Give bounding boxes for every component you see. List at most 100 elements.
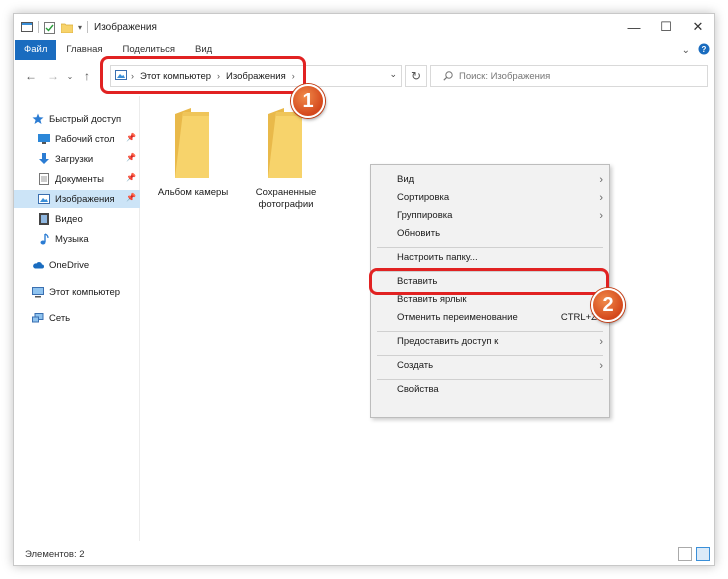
window-title: Изображения (94, 21, 157, 33)
sidebar-item-label: OneDrive (49, 259, 90, 271)
menu-item-view[interactable]: Вид › (371, 171, 609, 189)
properties-icon[interactable] (44, 22, 56, 34)
pin-icon[interactable]: 📌 (126, 193, 136, 202)
close-button[interactable]: ✕ (682, 14, 714, 40)
toolbar-separator (87, 21, 89, 33)
search-icon (443, 71, 453, 81)
folder-label: Сохраненные фотографии (255, 187, 317, 210)
sidebar-item-label: Загрузки (55, 153, 94, 165)
toolbar-separator (38, 21, 39, 33)
sidebar-item-desktop[interactable]: Рабочий стол 📌 (14, 130, 140, 148)
sidebar-item-network[interactable]: Сеть (14, 309, 140, 327)
menu-item-new[interactable]: Создать › (371, 357, 609, 375)
sidebar-item-label: Музыка (55, 233, 89, 245)
chevron-right-icon: › (599, 336, 603, 348)
network-icon (32, 312, 44, 324)
help-icon[interactable]: ? (698, 43, 710, 58)
status-bar: Элементов: 2 (14, 543, 714, 565)
folder-icon (175, 108, 209, 178)
star-icon (32, 113, 44, 125)
forward-arrow-icon[interactable]: → (46, 69, 60, 83)
window-icon (21, 22, 33, 32)
menu-item-label: Предоставить доступ к (397, 336, 499, 347)
folder-item[interactable]: Сохраненные фотографии (246, 106, 326, 211)
sidebar-item-label: Сеть (49, 312, 71, 324)
menu-item-give-access[interactable]: Предоставить доступ к › (371, 333, 609, 351)
pictures-icon (38, 193, 50, 205)
sidebar-item-label: Изображения (55, 193, 115, 205)
menu-item-label: Вставить ярлык (397, 294, 467, 305)
menu-item-properties[interactable]: Свойства (371, 381, 609, 399)
music-icon (38, 233, 50, 245)
svg-text:?: ? (702, 45, 707, 54)
sidebar-item-documents[interactable]: Документы 📌 (14, 170, 140, 188)
pin-icon[interactable]: 📌 (126, 153, 136, 162)
chevron-right-icon: › (599, 192, 603, 204)
sidebar-item-this-pc[interactable]: Этот компьютер (14, 283, 140, 301)
new-folder-icon[interactable] (60, 22, 74, 34)
menu-item-label: Сортировка (397, 192, 450, 203)
sidebar-item-downloads[interactable]: Загрузки 📌 (14, 150, 140, 168)
menu-separator (377, 379, 603, 380)
folder-label: Альбом камеры (157, 187, 229, 198)
window-controls: — ☐ ✕ (618, 14, 714, 40)
menu-item-group[interactable]: Группировка › (371, 207, 609, 225)
title-bar: ▾ Изображения — ☐ ✕ (14, 14, 714, 40)
menu-item-label: Группировка (397, 210, 453, 221)
sidebar-item-label: Этот компьютер (49, 286, 121, 298)
view-switcher (678, 547, 710, 561)
paste-highlight-frame (369, 268, 609, 295)
sidebar-item-label: Рабочий стол (55, 133, 115, 145)
large-icons-view-icon[interactable] (696, 547, 710, 561)
desktop-icon (38, 133, 50, 145)
search-input[interactable]: Поиск: Изображения (430, 65, 708, 87)
menu-item-label: Обновить (397, 228, 441, 239)
sidebar-item-label: Документы (55, 173, 104, 185)
back-arrow-icon[interactable]: ← (24, 69, 38, 83)
menu-item-label: Вид (397, 174, 415, 185)
document-icon (38, 173, 50, 185)
pin-icon[interactable]: 📌 (126, 133, 136, 142)
sidebar-item-videos[interactable]: Видео (14, 210, 140, 228)
quick-access-toolbar: ▾ (14, 21, 89, 34)
chevron-right-icon: › (599, 174, 603, 186)
refresh-button[interactable]: ↻ (405, 65, 427, 87)
menu-separator (377, 355, 603, 356)
menu-item-customize-folder[interactable]: Настроить папку... (371, 249, 609, 267)
maximize-button[interactable]: ☐ (650, 14, 682, 40)
video-icon (38, 213, 50, 225)
sidebar-item-label: Видео (55, 213, 83, 225)
menu-item-label: Отменить переименование (397, 312, 518, 323)
menu-item-refresh[interactable]: Обновить (371, 225, 609, 243)
navigation-pane: Быстрый доступ Рабочий стол 📌 Загрузки 📌… (14, 96, 140, 541)
expand-ribbon-icon[interactable]: ⌄ (682, 45, 690, 56)
folder-item[interactable]: Альбом камеры (153, 106, 233, 199)
sidebar-item-music[interactable]: Музыка (14, 230, 140, 248)
ribbon-right-controls: ⌄ ? (682, 40, 710, 60)
minimize-button[interactable]: — (618, 14, 650, 40)
sidebar-item-quick-access[interactable]: Быстрый доступ (14, 110, 140, 128)
menu-separator (377, 247, 603, 248)
sidebar-item-pictures[interactable]: Изображения 📌 (14, 190, 140, 208)
sidebar-item-label: Быстрый доступ (49, 113, 122, 125)
computer-icon (32, 286, 44, 298)
menu-item-label: Настроить папку... (397, 252, 478, 263)
search-placeholder: Поиск: Изображения (459, 70, 551, 82)
item-count: Элементов: 2 (25, 548, 85, 560)
menu-item-label: Создать (397, 360, 434, 371)
menu-item-undo-rename[interactable]: Отменить переименование CTRL+Z (371, 309, 609, 327)
up-arrow-icon[interactable]: ↑ (80, 69, 94, 83)
recent-locations-icon[interactable]: ⌄ (63, 72, 77, 81)
sidebar-item-onedrive[interactable]: OneDrive (14, 256, 140, 274)
refresh-icon: ↻ (410, 69, 422, 83)
address-dropdown-icon[interactable]: ⌄ (389, 69, 397, 80)
step-badge-1: 1 (291, 84, 325, 118)
details-view-icon[interactable] (678, 547, 692, 561)
chevron-right-icon: › (599, 210, 603, 222)
chevron-right-icon: › (599, 360, 603, 372)
menu-item-sort[interactable]: Сортировка › (371, 189, 609, 207)
download-icon (38, 153, 50, 165)
customize-toolbar-icon[interactable]: ▾ (78, 23, 82, 32)
pin-icon[interactable]: 📌 (126, 173, 136, 182)
tab-file[interactable]: Файл (15, 40, 57, 60)
